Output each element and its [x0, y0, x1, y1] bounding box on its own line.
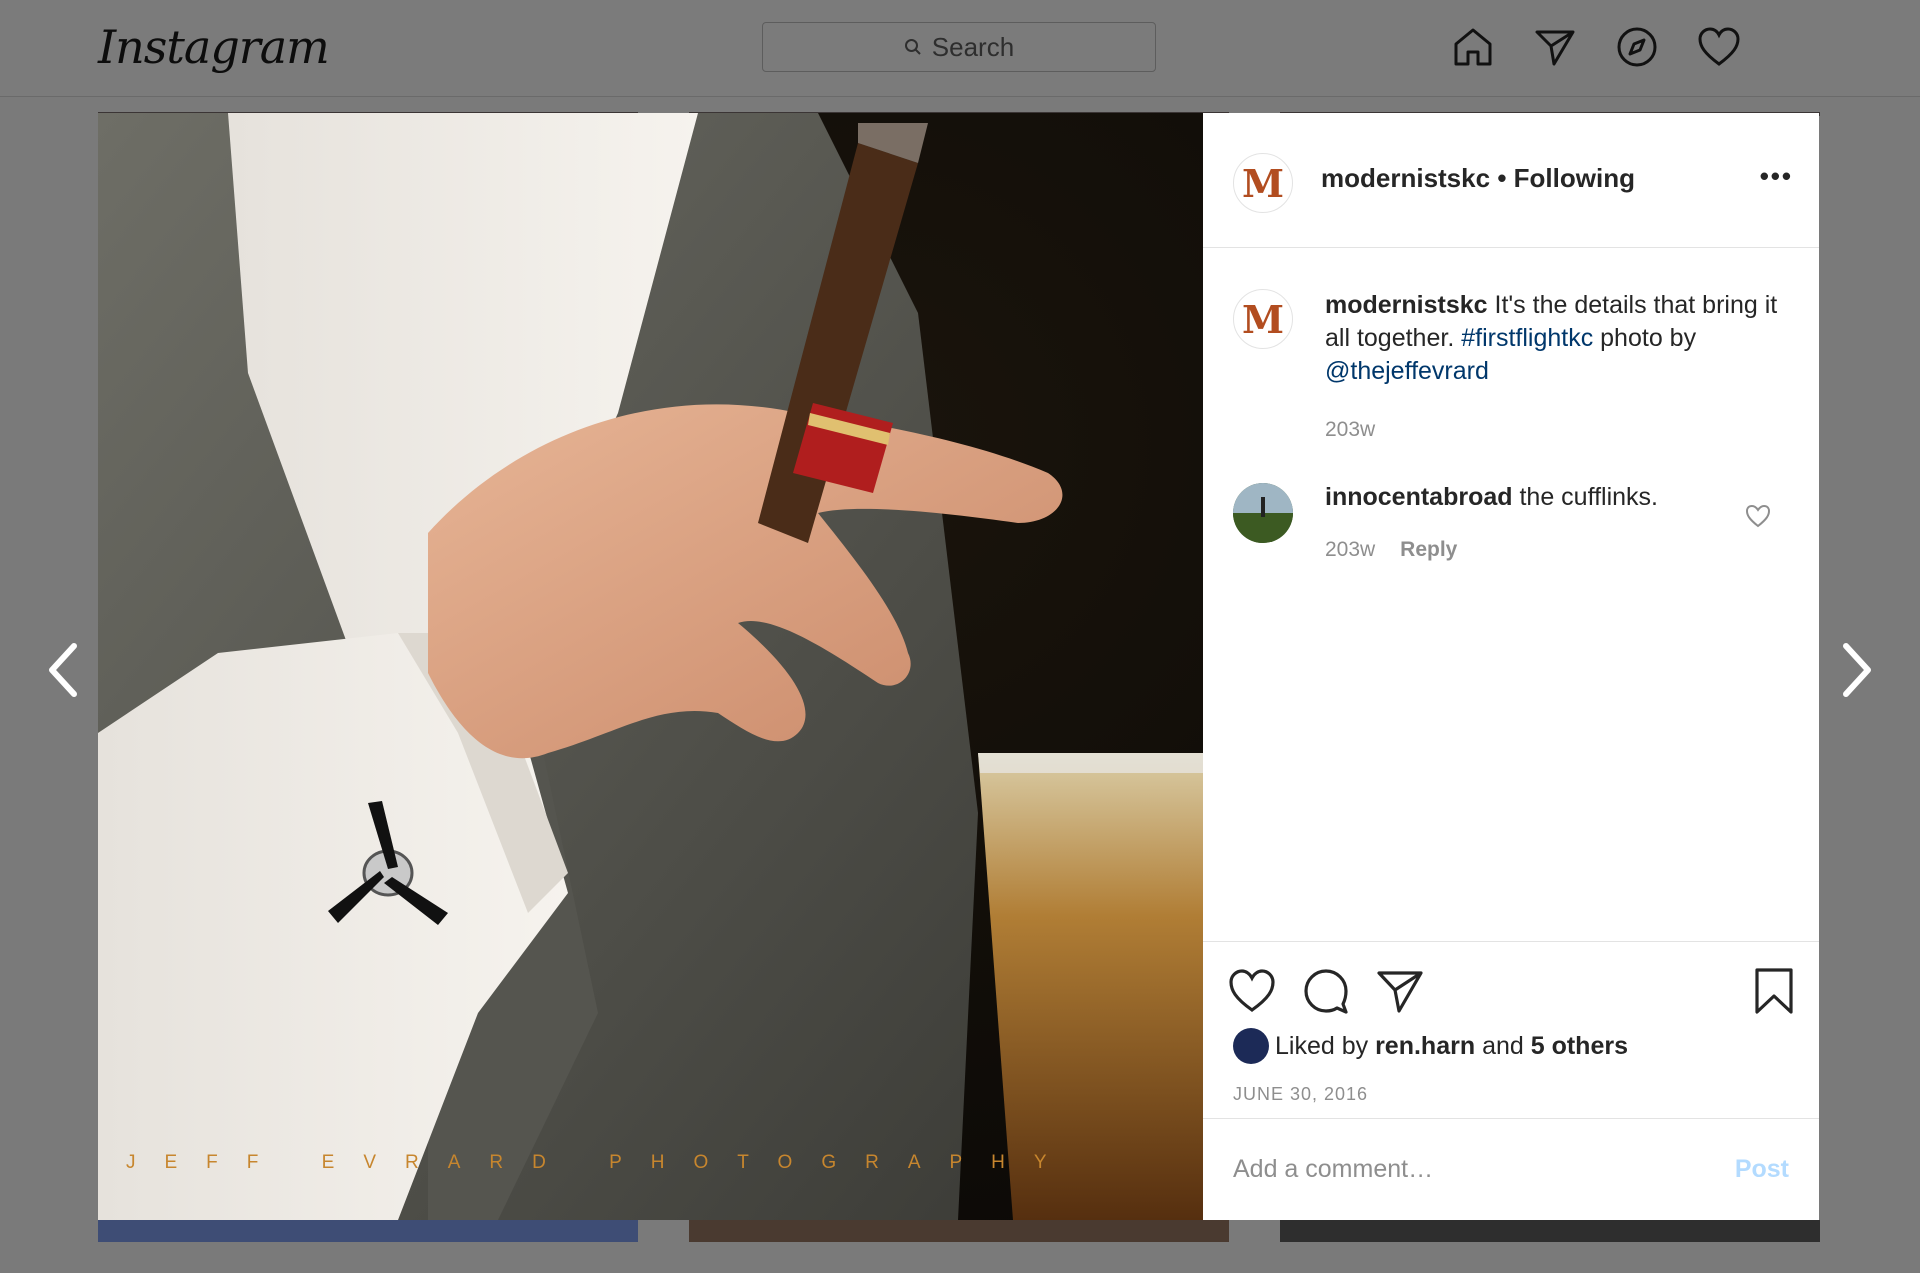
comment-username[interactable]: innocentabroad: [1325, 483, 1513, 511]
post-author-line: modernistskc • Following: [1321, 163, 1635, 194]
reply-button[interactable]: Reply: [1400, 538, 1457, 561]
post-actions: Liked by ren.harn and 5 others JUNE 30, …: [1203, 941, 1819, 1119]
grid-thumbnail: [689, 1220, 1229, 1242]
comment-like-heart-icon[interactable]: [1745, 503, 1771, 529]
caption-text-credit: photo by: [1600, 324, 1697, 352]
following-button[interactable]: Following: [1514, 163, 1635, 193]
grid-thumbnail: [98, 1220, 638, 1242]
grid-thumbnail: [1280, 1220, 1820, 1242]
bookmark-icon[interactable]: [1749, 966, 1799, 1016]
search-input[interactable]: Search: [762, 22, 1156, 72]
explore-icon[interactable]: [1614, 24, 1660, 70]
post-author-username[interactable]: modernistskc: [1321, 163, 1490, 193]
caption-username[interactable]: modernistskc: [1325, 291, 1488, 319]
post-comment-button[interactable]: Post: [1735, 1155, 1789, 1184]
add-comment-bar: Add a comment… Post: [1203, 1118, 1819, 1221]
search-placeholder: Search: [931, 31, 1015, 62]
likes-others-link[interactable]: 5 others: [1531, 1032, 1628, 1061]
instagram-logo[interactable]: Instagram: [98, 20, 330, 74]
author-avatar[interactable]: M: [1233, 153, 1293, 213]
commenter-avatar[interactable]: [1233, 483, 1293, 543]
likes-prefix: Liked by: [1275, 1031, 1369, 1060]
comment: innocentabroad the cufflinks. 203w Reply: [1325, 483, 1745, 563]
caption-timestamp[interactable]: 203w: [1325, 418, 1375, 441]
add-comment-input[interactable]: Add a comment…: [1233, 1155, 1433, 1184]
caption-author-avatar[interactable]: M: [1233, 289, 1293, 349]
likes-summary: Liked by ren.harn and 5 others: [1233, 1028, 1628, 1064]
next-post-arrow-icon[interactable]: [1836, 640, 1876, 700]
direct-message-icon[interactable]: [1532, 24, 1578, 70]
comment-text: the cufflinks.: [1519, 483, 1658, 511]
liker-username[interactable]: ren.harn: [1375, 1032, 1475, 1061]
home-icon[interactable]: [1450, 24, 1496, 70]
post-detail-panel: M modernistskc • Following ••• M moderni…: [1203, 113, 1819, 1220]
mention-link[interactable]: @thejeffevrard: [1325, 357, 1489, 385]
previous-post-arrow-icon[interactable]: [44, 640, 84, 700]
liker-avatar[interactable]: [1233, 1028, 1269, 1064]
post-photo[interactable]: JEFF EVRARD PHOTOGRAPHY: [98, 113, 1203, 1220]
like-heart-icon[interactable]: [1227, 966, 1277, 1016]
photo-illustration: [98, 113, 1203, 1220]
likes-and: and: [1482, 1031, 1524, 1060]
search-icon: [904, 39, 921, 55]
photo-watermark: JEFF EVRARD PHOTOGRAPHY: [126, 1152, 1076, 1173]
separator-dot: •: [1497, 163, 1507, 193]
share-paper-plane-icon[interactable]: [1375, 966, 1425, 1016]
post-header: M modernistskc • Following •••: [1203, 113, 1819, 248]
more-options-icon[interactable]: •••: [1760, 161, 1793, 192]
comment-bubble-icon[interactable]: [1301, 966, 1351, 1016]
top-navbar: Instagram Search: [0, 0, 1920, 97]
activity-heart-icon[interactable]: [1696, 24, 1742, 70]
comment-timestamp[interactable]: 203w: [1325, 538, 1375, 561]
hashtag-link[interactable]: #firstflightkc: [1461, 324, 1593, 352]
post-caption: modernistskc It's the details that bring…: [1325, 289, 1795, 446]
post-date[interactable]: JUNE 30, 2016: [1233, 1084, 1368, 1105]
